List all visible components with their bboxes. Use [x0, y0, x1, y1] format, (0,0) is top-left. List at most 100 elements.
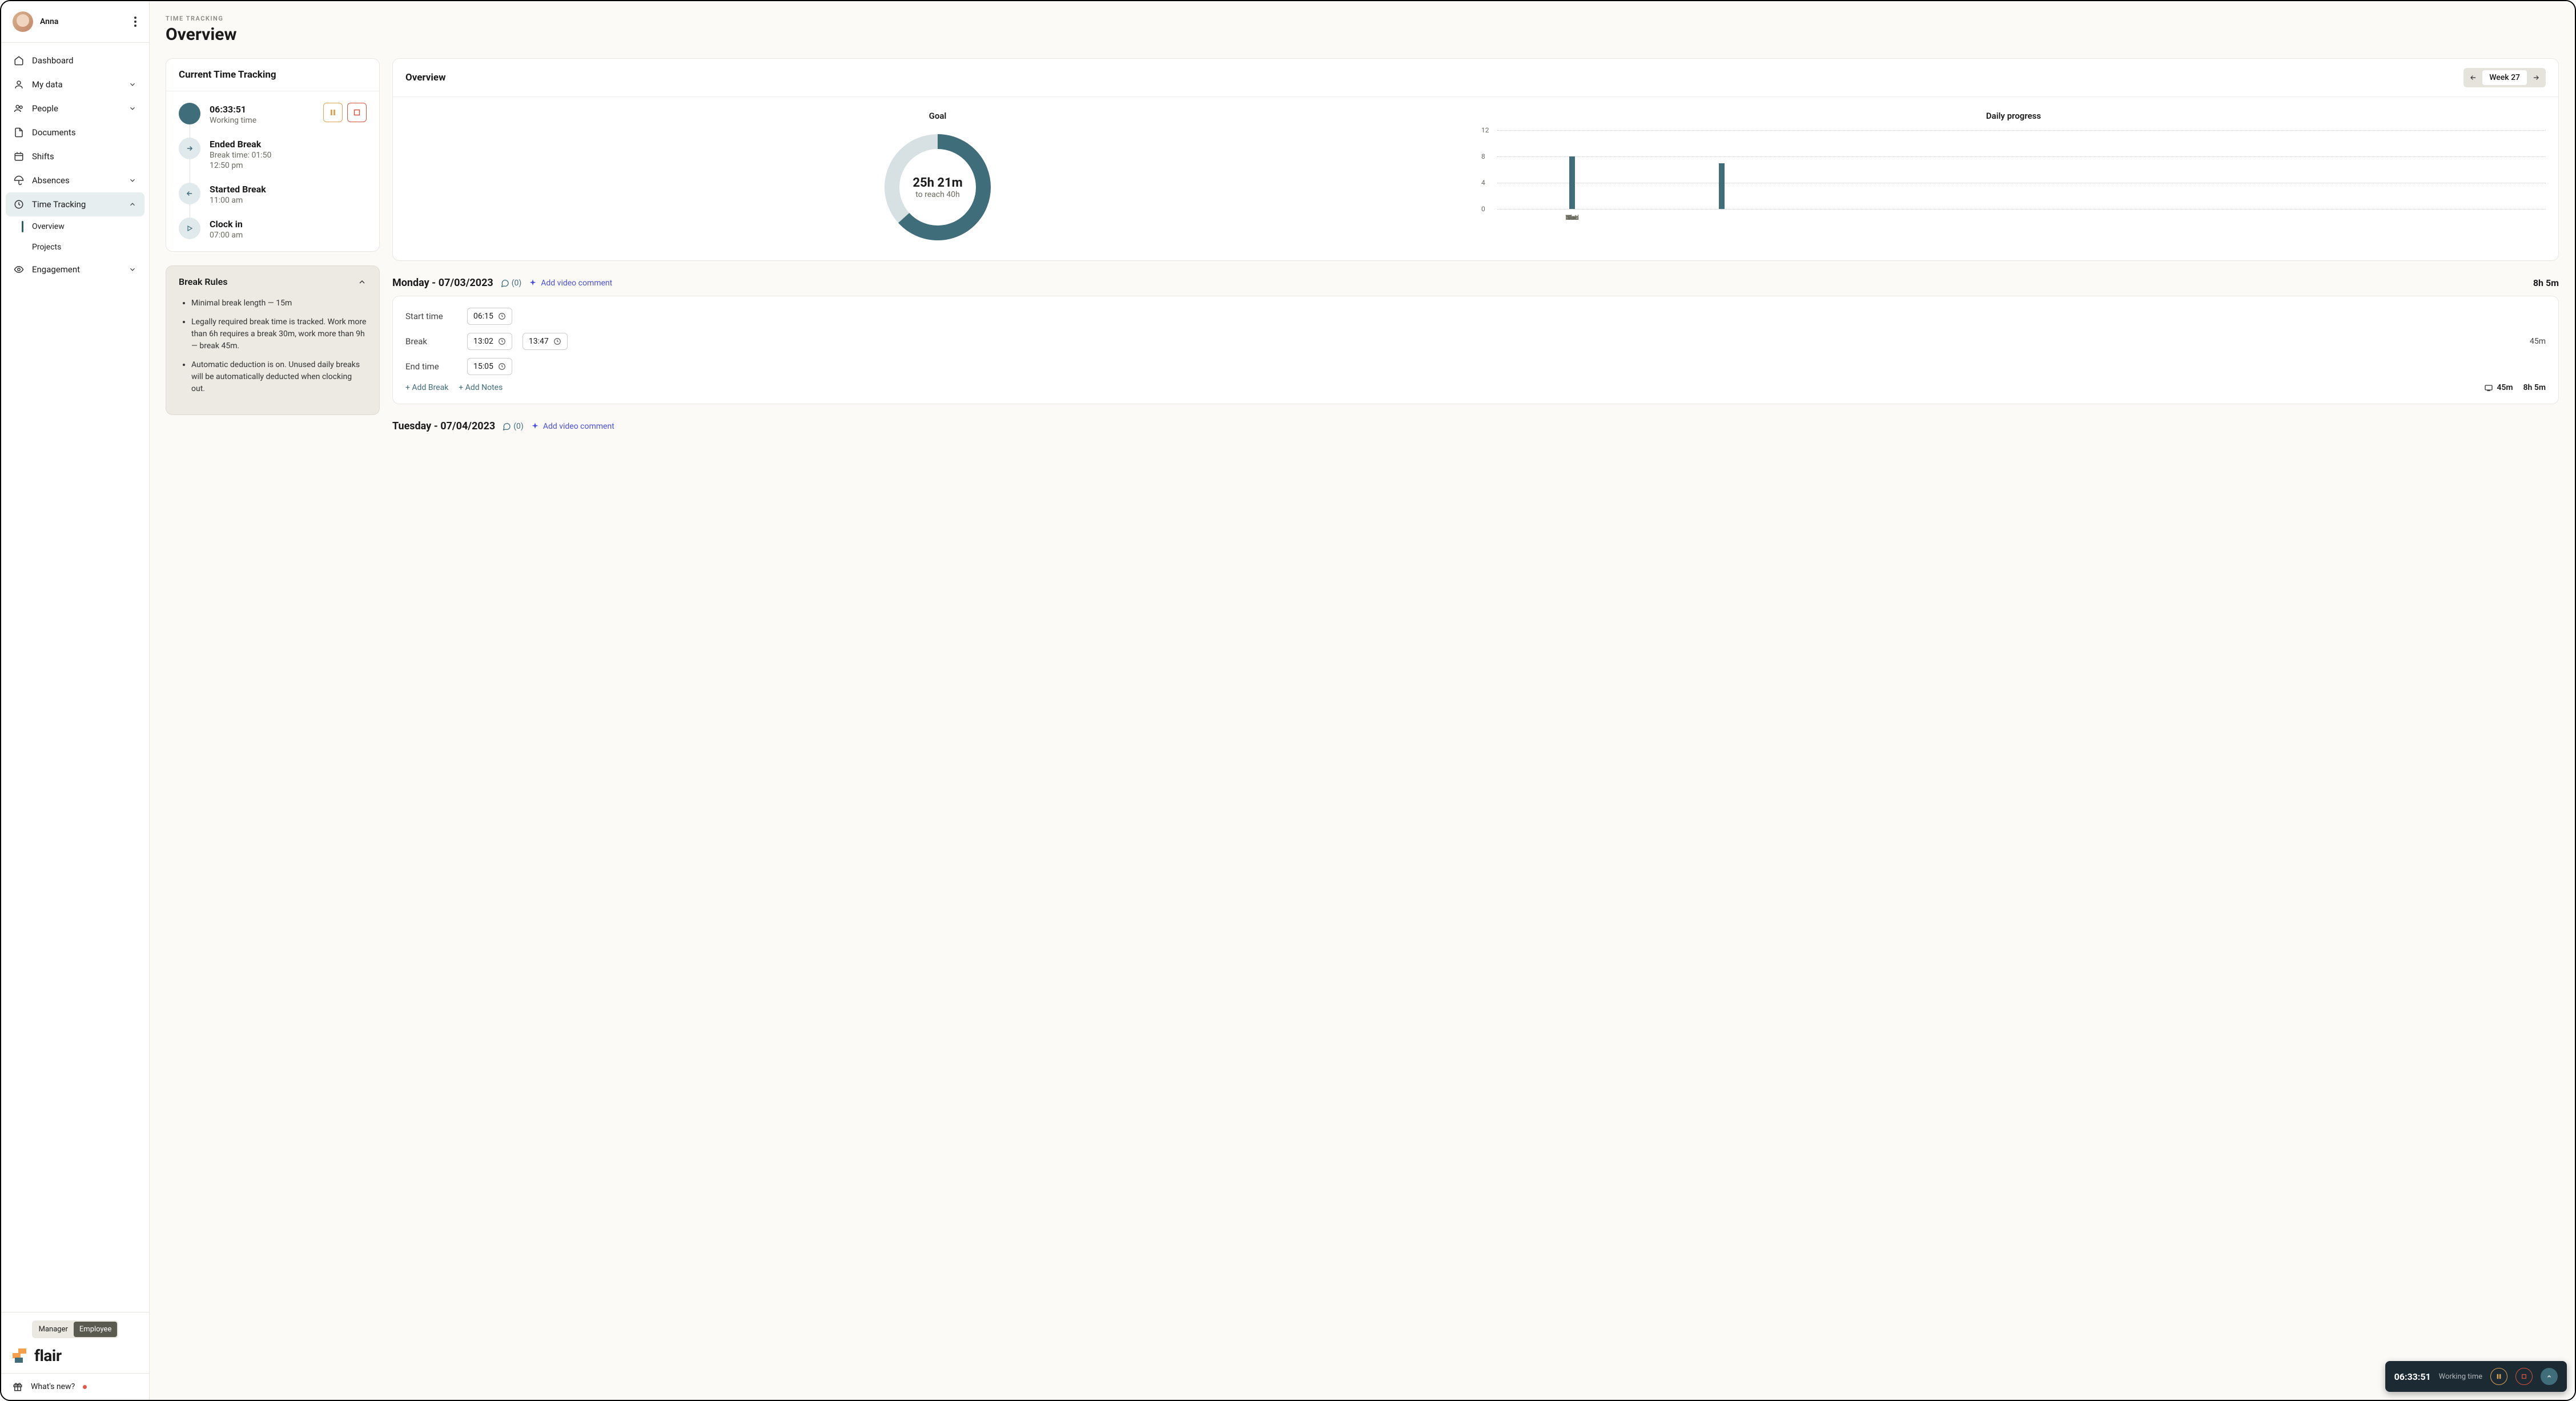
- nav-people[interactable]: People: [6, 96, 144, 120]
- sub-nav: Overview Projects: [16, 216, 144, 257]
- current-tracking-card: Current Time Tracking 06:33:51 Working t…: [166, 58, 380, 252]
- nav-documents[interactable]: Documents: [6, 120, 144, 144]
- start-label: Start time: [405, 311, 457, 321]
- avatar[interactable]: [13, 11, 33, 32]
- role-manager[interactable]: Manager: [33, 1322, 74, 1337]
- video-comment-label: Add video comment: [543, 422, 614, 431]
- nav-label: Time Tracking: [32, 199, 120, 210]
- day-title: Monday - 07/03/2023: [392, 277, 493, 289]
- chevron-down-icon: [128, 176, 136, 184]
- role-toggle[interactable]: Manager Employee: [32, 1321, 119, 1338]
- stop-button[interactable]: [347, 103, 367, 122]
- sidebar-footer[interactable]: What's new?: [1, 1373, 149, 1400]
- goal-heading: Goal: [405, 111, 1470, 121]
- end-time-input[interactable]: 15:05: [467, 358, 512, 375]
- break-end-icon: [179, 138, 200, 159]
- notification-dot-icon: [83, 1385, 87, 1389]
- stop-icon: [353, 109, 360, 116]
- coffee-icon: [2484, 383, 2493, 392]
- clock-in-icon: [179, 218, 200, 239]
- clock-icon: [498, 363, 506, 371]
- meta-break: 45m: [2484, 383, 2513, 392]
- clock-icon: [553, 337, 561, 345]
- main: TIME TRACKING Overview Current Time Trac…: [150, 1, 2575, 1400]
- nav-label: People: [32, 103, 120, 114]
- nav-my-data[interactable]: My data: [6, 73, 144, 96]
- add-break-button[interactable]: + Add Break: [405, 383, 448, 392]
- add-video-comment-button[interactable]: Add video comment: [528, 279, 612, 288]
- logo-text: flair: [34, 1346, 62, 1365]
- nav-time-tracking[interactable]: Time Tracking: [6, 192, 144, 216]
- subnav-overview[interactable]: Overview: [16, 216, 144, 237]
- week-label[interactable]: Week 27: [2482, 70, 2527, 85]
- video-comment-label: Add video comment: [541, 279, 612, 288]
- week-next-button[interactable]: [2528, 70, 2544, 86]
- comment-icon: [502, 422, 511, 431]
- subnav-label: Projects: [32, 243, 61, 252]
- chevron-up-icon: [357, 277, 367, 287]
- nav-engagement[interactable]: Engagement: [6, 257, 144, 281]
- time-value: 15:05: [473, 362, 493, 371]
- gift-icon: [13, 1382, 23, 1392]
- more-menu-button[interactable]: [133, 15, 138, 28]
- y-tick: 0: [1481, 205, 1485, 213]
- chevron-down-icon: [128, 104, 136, 112]
- break-rules-card: Break Rules Minimal break length — 15m L…: [166, 265, 380, 415]
- day-total: 8h 5m: [2533, 277, 2559, 288]
- floating-timer[interactable]: 06:33:51 Working time: [2385, 1361, 2567, 1392]
- user-name: Anna: [40, 17, 126, 26]
- nav-dashboard[interactable]: Dashboard: [6, 49, 144, 73]
- goal-donut: 25h 21m to reach 40h: [881, 130, 995, 244]
- chevron-down-icon: [128, 265, 136, 273]
- break-from-input[interactable]: 13:02: [467, 333, 512, 350]
- pause-icon: [2496, 1374, 2502, 1379]
- umbrella-icon: [14, 175, 24, 186]
- add-notes-button[interactable]: + Add Notes: [459, 383, 503, 392]
- meta-total-value: 8h 5m: [2523, 383, 2546, 392]
- event-title: Clock in: [210, 219, 367, 230]
- status-working-icon: [179, 103, 200, 124]
- break-duration: 45m: [2530, 337, 2546, 346]
- break-to-input[interactable]: 13:47: [523, 333, 568, 350]
- rule-item: Minimal break length — 15m: [191, 297, 367, 309]
- floating-expand-button[interactable]: [2541, 1368, 2558, 1385]
- event-time: 12:50 pm: [210, 161, 367, 170]
- week-selector: Week 27: [2464, 68, 2546, 87]
- event-title: Ended Break: [210, 139, 367, 150]
- bar: [1719, 163, 1725, 210]
- people-icon: [14, 103, 24, 114]
- role-employee[interactable]: Employee: [74, 1322, 117, 1337]
- floating-sub: Working time: [2439, 1372, 2482, 1381]
- daily-progress-chart: 04812MonTueWedThuFriSatSun: [1481, 130, 2546, 222]
- break-label: Break: [405, 336, 457, 347]
- week-prev-button[interactable]: [2465, 70, 2481, 86]
- y-tick: 12: [1481, 126, 1489, 134]
- pause-icon: [329, 109, 336, 116]
- day-header: Tuesday - 07/04/2023 (0) Add video comme…: [392, 420, 2559, 432]
- document-icon: [14, 127, 24, 138]
- chevron-up-icon: [2546, 1374, 2552, 1379]
- subnav-projects[interactable]: Projects: [16, 237, 144, 257]
- event-title: Started Break: [210, 184, 367, 195]
- time-entry-card: Start time 06:15 Break 13:02: [392, 296, 2559, 404]
- clock-icon: [14, 199, 24, 210]
- right-col: Overview Week 27 Goal: [392, 58, 2559, 439]
- floating-pause-button[interactable]: [2490, 1368, 2507, 1385]
- calendar-icon: [14, 151, 24, 162]
- eye-icon: [14, 264, 24, 275]
- x-tick: Sun: [1497, 214, 1647, 222]
- card-title: Current Time Tracking: [179, 69, 367, 80]
- stop-icon: [2521, 1374, 2527, 1379]
- start-time-input[interactable]: 06:15: [467, 308, 512, 325]
- time-value: 06:15: [473, 312, 493, 321]
- rules-toggle[interactable]: Break Rules: [166, 266, 379, 297]
- comments-button[interactable]: (0): [500, 279, 522, 288]
- left-col: Current Time Tracking 06:33:51 Working t…: [166, 58, 380, 415]
- chevron-up-icon: [128, 200, 136, 208]
- nav-shifts[interactable]: Shifts: [6, 144, 144, 168]
- nav-absences[interactable]: Absences: [6, 168, 144, 192]
- floating-stop-button[interactable]: [2515, 1368, 2533, 1385]
- pause-button[interactable]: [323, 103, 343, 122]
- comments-button[interactable]: (0): [502, 422, 524, 431]
- add-video-comment-button[interactable]: Add video comment: [531, 422, 614, 431]
